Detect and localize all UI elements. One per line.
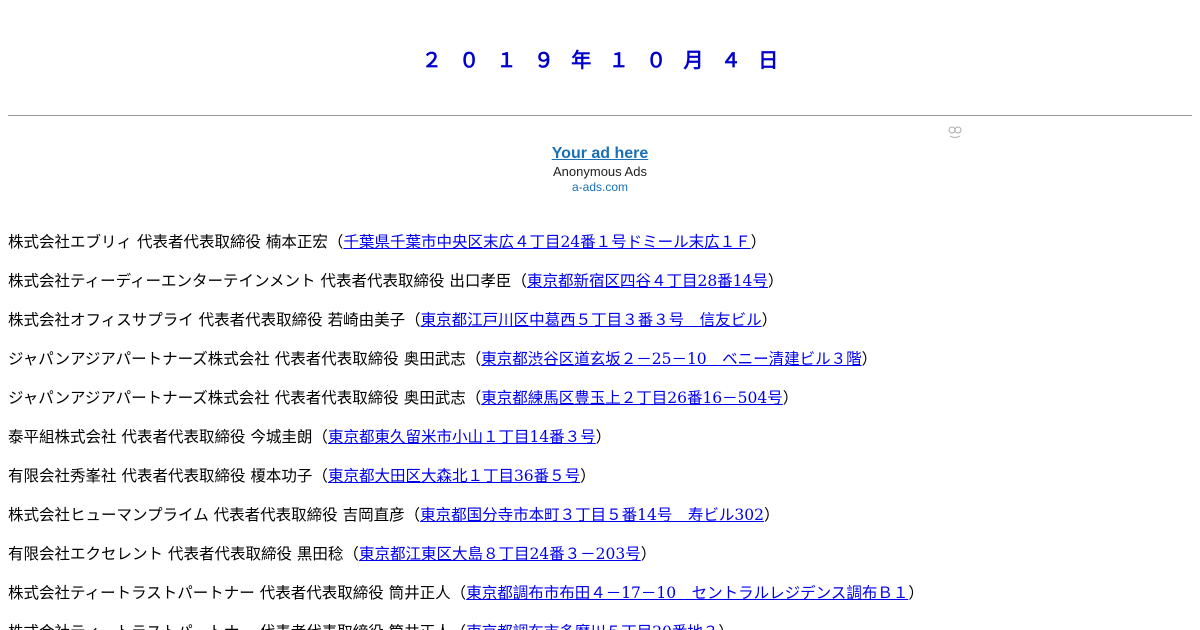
representative-name: 楠本正宏	[265, 233, 328, 251]
a-ads-badge-icon[interactable]	[947, 124, 963, 140]
representative-name: 吉岡直彦	[342, 506, 405, 524]
address-link[interactable]: 東京都江戸川区中葛西５丁目３番３号 信友ビル	[421, 311, 762, 329]
representative-name: 若崎由美子	[327, 311, 406, 329]
representative-role: 代表者代表取締役	[167, 545, 292, 563]
ad-banner[interactable]: Your ad here Anonymous Ads a-ads.com	[0, 144, 1200, 194]
representative-role: 代表者代表取締役	[274, 350, 399, 368]
address-link[interactable]: 東京都大田区大森北１丁目36番５号	[328, 467, 580, 485]
company-name: 株式会社ティートラストパートナー	[8, 623, 255, 630]
company-name: 株式会社オフィスサプライ	[8, 311, 194, 329]
representative-role: 代表者代表取締役	[213, 506, 338, 524]
representative-role: 代表者代表取締役	[136, 233, 261, 251]
company-name: 有限会社エクセレント	[8, 545, 164, 563]
address-link[interactable]: 東京都練馬区豊玉上２丁目26番16－504号	[481, 389, 783, 407]
list-item: 株式会社エブリィ 代表者代表取締役 楠本正宏（千葉県千葉市中央区末広４丁目24番…	[8, 233, 767, 251]
list-item: 株式会社ヒューマンプライム 代表者代表取締役 吉岡直彦（東京都国分寺市本町３丁目…	[8, 506, 780, 524]
company-name: 株式会社ティーディーエンターテインメント	[8, 272, 316, 290]
company-name: 株式会社エブリィ	[8, 233, 133, 251]
page-date-heading: ２０１９年１０月４日	[421, 50, 779, 72]
representative-role: 代表者代表取締役	[259, 584, 384, 602]
address-link[interactable]: 千葉県千葉市中央区末広４丁目24番１号ドミール末広１Ｆ	[343, 233, 750, 251]
representative-name: 奥田武志	[403, 350, 466, 368]
list-item: ジャパンアジアパートナーズ株式会社 代表者代表取締役 奥田武志（東京都渋谷区道玄…	[8, 350, 878, 368]
list-item: 泰平組株式会社 代表者代表取締役 今城圭朗（東京都東久留米市小山１丁目14番３号…	[8, 428, 612, 446]
company-name: 有限会社秀峯社	[8, 467, 117, 485]
representative-role: 代表者代表取締役	[121, 428, 246, 446]
header-divider	[8, 115, 1192, 116]
company-name: 株式会社ティートラストパートナー	[8, 584, 255, 602]
list-item: 有限会社エクセレント 代表者代表取締役 黒田稔（東京都江東区大島８丁目24番３－…	[8, 545, 657, 563]
representative-role: 代表者代表取締役	[198, 311, 323, 329]
address-link[interactable]: 東京都東久留米市小山１丁目14番３号	[328, 428, 596, 446]
company-name: 泰平組株式会社	[8, 428, 117, 446]
address-link[interactable]: 東京都渋谷区道玄坂２－25－10 ベニー清建ビル３階	[481, 350, 861, 368]
list-item: 株式会社ティートラストパートナー 代表者代表取締役 筒井正人（東京都調布市布田４…	[8, 584, 924, 602]
company-name: ジャパンアジアパートナーズ株式会社	[8, 389, 270, 407]
representative-name: 今城圭朗	[250, 428, 313, 446]
list-item: ジャパンアジアパートナーズ株式会社 代表者代表取締役 奥田武志（東京都練馬区豊玉…	[8, 389, 799, 407]
representative-name: 筒井正人	[388, 584, 451, 602]
representative-name: 出口孝臣	[449, 272, 512, 290]
representative-name: 榎本功子	[250, 467, 313, 485]
address-link[interactable]: 東京都国分寺市本町３丁目５番14号 寿ビル302	[420, 506, 764, 524]
address-link[interactable]: 東京都新宿区四谷４丁目28番14号	[527, 272, 768, 290]
representative-role: 代表者代表取締役	[274, 389, 399, 407]
company-name: 株式会社ヒューマンプライム	[8, 506, 209, 524]
list-item: 有限会社秀峯社 代表者代表取締役 榎本功子（東京都大田区大森北１丁目36番５号）	[8, 467, 596, 485]
representative-name: 筒井正人	[389, 623, 451, 630]
representative-role: 代表者代表取締役	[121, 467, 246, 485]
address-link[interactable]: 東京都調布市多摩川５丁目20番地３	[466, 623, 718, 630]
address-link[interactable]: 東京都調布市布田４－17－10 セントラルレジデンス調布Ｂ１	[466, 584, 908, 602]
list-item: 株式会社オフィスサプライ 代表者代表取締役 若崎由美子（東京都江戸川区中葛西５丁…	[8, 311, 778, 329]
representative-name: 奥田武志	[403, 389, 466, 407]
representative-role: 代表者代表取締役	[260, 623, 384, 630]
ad-title-link[interactable]: Your ad here	[0, 144, 1200, 164]
representative-name: 黒田稔	[296, 545, 344, 563]
company-listing: 株式会社エブリィ 代表者代表取締役 楠本正宏（千葉県千葉市中央区末広４丁目24番…	[8, 231, 1192, 630]
ad-domain-link[interactable]: a-ads.com	[0, 180, 1200, 194]
company-name: ジャパンアジアパートナーズ株式会社	[8, 350, 270, 368]
ad-subtitle: Anonymous Ads	[553, 164, 647, 179]
address-link[interactable]: 東京都江東区大島８丁目24番３－203号	[359, 545, 641, 563]
list-item: 株式会社ティートラストパートナー 代表者代表取締役 筒井正人（東京都調布市多摩川…	[8, 621, 1192, 630]
list-item: 株式会社ティーディーエンターテインメント 代表者代表取締役 出口孝臣（東京都新宿…	[8, 272, 784, 290]
representative-role: 代表者代表取締役	[320, 272, 445, 290]
